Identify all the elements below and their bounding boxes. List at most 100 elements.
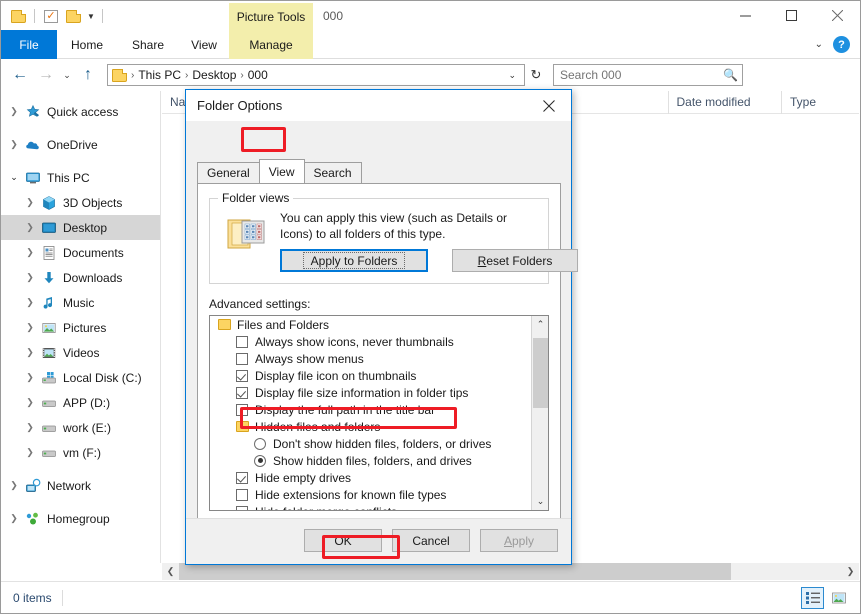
chevron-right-icon[interactable]: ❯ — [21, 372, 39, 383]
advanced-row-dont-show-hidden[interactable]: Don't show hidden files, folders, or dri… — [210, 435, 531, 452]
up-arrow-icon[interactable]: ↑ — [75, 60, 101, 90]
tab-home[interactable]: Home — [57, 30, 117, 59]
chevron-right-icon[interactable]: ❯ — [21, 322, 39, 333]
back-arrow-icon[interactable]: ← — [7, 60, 33, 90]
tab-manage[interactable]: Manage — [229, 30, 313, 59]
tab-file[interactable]: File — [1, 30, 57, 59]
checkbox-checked-icon[interactable] — [236, 369, 248, 382]
checkbox-checked-icon[interactable] — [236, 386, 248, 399]
sidebar-item-downloads[interactable]: ❯ Downloads — [1, 265, 160, 290]
advanced-row-show-hidden[interactable]: Show hidden files, folders, and drives — [210, 452, 531, 469]
chevron-right-icon[interactable]: ❯ — [5, 480, 23, 491]
radio-button-selected-icon[interactable] — [254, 454, 266, 467]
reset-folders-button[interactable]: Reset Folders — [452, 249, 578, 272]
tab-share[interactable]: Share — [117, 30, 179, 59]
search-icon[interactable]: 🔍 — [723, 68, 738, 82]
sidebar-item-local-disk-c[interactable]: ❯ Local Disk (C:) — [1, 365, 160, 390]
breadcrumb-desktop[interactable]: Desktop — [189, 68, 239, 82]
advanced-row-display-full-path[interactable]: Display the full path in the title bar — [210, 401, 531, 418]
scroll-down-icon[interactable]: ⌄ — [532, 493, 548, 510]
chevron-right-icon[interactable]: ❯ — [5, 139, 23, 150]
new-folder-icon[interactable] — [64, 6, 82, 26]
ok-button[interactable]: OK — [304, 529, 382, 552]
sidebar-item-network[interactable]: ❯ Network — [1, 473, 160, 498]
chevron-right-icon[interactable]: ❯ — [21, 222, 39, 233]
breadcrumb-000[interactable]: 000 — [245, 68, 271, 82]
chevron-right-icon[interactable]: ❯ — [21, 247, 39, 258]
sidebar-item-homegroup[interactable]: ❯ Homegroup — [1, 506, 160, 531]
cancel-button[interactable]: Cancel — [392, 529, 470, 552]
search-input[interactable] — [558, 67, 724, 83]
chevron-right-icon[interactable]: ❯ — [21, 347, 39, 358]
chevron-right-icon[interactable]: ❯ — [21, 447, 39, 458]
advanced-row-hide-folder-merge-conflicts[interactable]: Hide folder merge conflicts — [210, 503, 531, 510]
checkbox-icon[interactable] — [236, 335, 248, 348]
properties-check-icon[interactable]: ✓ — [42, 6, 60, 26]
scrollbar-track[interactable] — [179, 563, 842, 580]
tab-view[interactable]: View — [258, 159, 305, 183]
sidebar-item-videos[interactable]: ❯ Videos — [1, 340, 160, 365]
large-icons-view-button[interactable] — [827, 587, 850, 609]
previous-locations-caret-icon[interactable]: ⌄ — [502, 70, 522, 81]
details-view-button[interactable] — [801, 586, 824, 609]
horizontal-scrollbar[interactable]: ❮ ❯ — [162, 563, 859, 580]
customize-caret-icon[interactable]: ▼ — [87, 12, 95, 21]
checkbox-icon[interactable] — [236, 403, 248, 416]
advanced-row-always-show-menus[interactable]: Always show menus — [210, 350, 531, 367]
column-header-date-modified[interactable]: Date modified — [669, 90, 782, 114]
sidebar-item-this-pc[interactable]: ⌄ This PC — [1, 165, 160, 190]
chevron-right-icon[interactable]: ❯ — [21, 197, 39, 208]
scroll-right-icon[interactable]: ❯ — [842, 563, 859, 580]
sidebar-item-music[interactable]: ❯ Music — [1, 290, 160, 315]
advanced-row-display-file-size-info[interactable]: Display file size information in folder … — [210, 384, 531, 401]
forward-arrow-icon[interactable]: → — [33, 60, 59, 90]
sidebar-item-work-e[interactable]: ❯ work (E:) — [1, 415, 160, 440]
chevron-down-icon[interactable]: ⌄ — [815, 39, 823, 50]
address-bar[interactable]: › This PC › Desktop › 000 ⌄ — [107, 64, 525, 86]
checkbox-checked-icon[interactable] — [236, 505, 248, 510]
refresh-icon[interactable]: ↻ — [525, 64, 547, 86]
navigation-pane[interactable]: ❯ Quick access ❯ OneDrive ⌄ This PC ❯ 3D… — [1, 91, 161, 563]
sidebar-item-documents[interactable]: ❯ Documents — [1, 240, 160, 265]
breadcrumb-this-pc[interactable]: This PC — [135, 68, 184, 82]
recent-locations-caret-icon[interactable]: ⌄ — [59, 60, 75, 90]
advanced-category-hidden-files-and-folders[interactable]: Hidden files and folders — [210, 418, 531, 435]
tab-search[interactable]: Search — [303, 162, 362, 183]
minimize-icon[interactable] — [722, 1, 768, 30]
sidebar-item-quick-access[interactable]: ❯ Quick access — [1, 99, 160, 124]
folder-icon[interactable] — [9, 6, 27, 26]
scroll-left-icon[interactable]: ❮ — [162, 563, 179, 580]
advanced-row-display-file-icon-on-thumbnails[interactable]: Display file icon on thumbnails — [210, 367, 531, 384]
chevron-right-icon[interactable]: ❯ — [21, 272, 39, 283]
sidebar-item-pictures[interactable]: ❯ Pictures — [1, 315, 160, 340]
checkbox-icon[interactable] — [236, 488, 248, 501]
scrollbar-thumb[interactable] — [179, 563, 731, 580]
chevron-down-icon[interactable]: ⌄ — [5, 172, 23, 183]
apply-to-folders-button[interactable]: Apply to Folders — [280, 249, 428, 272]
checkbox-icon[interactable] — [236, 352, 248, 365]
maximize-icon[interactable] — [768, 1, 814, 30]
chevron-right-icon[interactable]: ❯ — [21, 297, 39, 308]
advanced-settings-scrollbar[interactable]: ⌃ ⌄ — [531, 316, 548, 510]
sidebar-item-desktop[interactable]: ❯ Desktop — [1, 215, 160, 240]
radio-button-icon[interactable] — [254, 437, 266, 450]
advanced-category-files-and-folders[interactable]: Files and Folders — [210, 316, 531, 333]
tab-general[interactable]: General — [197, 162, 260, 183]
scroll-up-icon[interactable]: ⌃ — [532, 316, 548, 333]
chevron-right-icon[interactable]: ❯ — [5, 106, 23, 117]
tab-view[interactable]: View — [179, 30, 229, 59]
close-icon[interactable] — [814, 1, 860, 30]
advanced-settings-list[interactable]: Files and Folders Always show icons, nev… — [209, 315, 549, 511]
folder-options-dialog[interactable]: Folder Options General View Search Folde… — [185, 89, 578, 565]
sidebar-item-onedrive[interactable]: ❯ OneDrive — [1, 132, 160, 157]
advanced-row-hide-extensions[interactable]: Hide extensions for known file types — [210, 486, 531, 503]
picture-tools-context-tab[interactable]: Picture Tools — [229, 3, 313, 30]
sidebar-item-app-d[interactable]: ❯ APP (D:) — [1, 390, 160, 415]
advanced-row-always-show-icons[interactable]: Always show icons, never thumbnails — [210, 333, 531, 350]
chevron-right-icon[interactable]: ❯ — [5, 513, 23, 524]
checkbox-checked-icon[interactable] — [236, 471, 248, 484]
column-header-type[interactable]: Type — [782, 91, 859, 114]
help-icon[interactable]: ? — [833, 36, 850, 53]
close-icon[interactable] — [527, 90, 571, 121]
search-box[interactable]: 🔍 — [553, 64, 743, 86]
